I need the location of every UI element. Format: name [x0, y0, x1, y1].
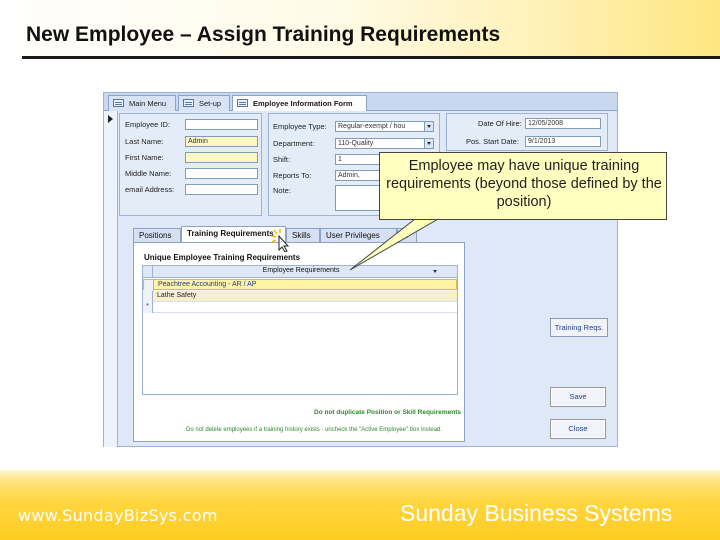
table-row[interactable]: Lathe Safety [143, 291, 457, 302]
tab-main-menu[interactable]: Main Menu [108, 95, 176, 111]
tab-label: Employee Information Form [253, 99, 353, 108]
footer-website[interactable]: www.SundayBizSys.com [18, 506, 218, 525]
chevron-down-icon[interactable] [424, 139, 433, 148]
annotation-callout: Employee may have unique training requir… [379, 152, 667, 220]
footer-company-name: Sunday Business Systems [400, 500, 673, 526]
email-label: email Address: [125, 185, 175, 194]
table-row-new[interactable]: * [143, 302, 457, 313]
form-icon [113, 99, 124, 107]
tab-user-privileges[interactable]: User Privileges [320, 228, 397, 243]
save-button[interactable]: Save [550, 387, 606, 407]
pos-start-date-field[interactable]: 9/1/2013 [525, 136, 601, 147]
date-of-hire-label: Date Of Hire: [478, 119, 522, 128]
click-cursor-icon [270, 229, 290, 252]
arrow-pointer [278, 234, 290, 252]
employee-type-value: Regular-exempt / hou [338, 123, 406, 130]
requirements-grid: Employee Requirements Peachtree Accounti… [142, 265, 458, 395]
tab-label: Main Menu [129, 99, 167, 108]
reports-to-field[interactable]: Admin, [335, 170, 385, 181]
document-tab-bar: Main Menu Set-up Employee Information Fo… [104, 93, 617, 111]
middle-name-label: Middle Name: [125, 169, 172, 178]
tab-more[interactable]: L [397, 228, 417, 243]
tab-positions[interactable]: Positions [133, 228, 181, 243]
current-record-arrow-icon [108, 115, 113, 123]
middle-name-field[interactable] [185, 168, 258, 179]
training-reqs-button[interactable]: Training Reqs. [550, 318, 608, 337]
shift-label: Shift: [273, 155, 291, 164]
row-selector[interactable] [144, 280, 154, 291]
last-name-label: Last Name: [125, 137, 164, 146]
duplicate-warning: Do not duplicate Position or Skill Requi… [314, 409, 461, 416]
slide-title: New Employee – Assign Training Requireme… [26, 23, 501, 46]
employee-type-label: Employee Type: [273, 122, 327, 131]
tab-employee-information-form[interactable]: Employee Information Form [232, 95, 367, 111]
chevron-down-icon[interactable] [424, 122, 433, 131]
employee-type-select[interactable]: Regular-exempt / hou [335, 121, 434, 132]
column-header[interactable]: Employee Requirements [143, 267, 459, 274]
pos-start-date-label: Pos. Start Date: [466, 137, 519, 146]
date-of-hire-field[interactable]: 12/05/2008 [525, 118, 601, 129]
note-field[interactable] [335, 185, 385, 211]
chevron-down-icon[interactable] [433, 270, 437, 273]
table-row[interactable]: Peachtree Accounting - AR / AP [143, 279, 457, 291]
shift-field[interactable]: 1 [335, 154, 385, 165]
row-selector[interactable] [143, 291, 153, 302]
row-value[interactable]: Peachtree Accounting - AR / AP [158, 281, 256, 288]
tab-set-up[interactable]: Set-up [178, 95, 230, 111]
first-name-field[interactable] [185, 152, 258, 163]
last-name-field[interactable]: Admin [185, 136, 258, 147]
tab-label: Set-up [199, 99, 222, 108]
reports-to-label: Reports To: [273, 171, 312, 180]
grid-header: Employee Requirements [143, 266, 457, 278]
close-button[interactable]: Close [550, 419, 606, 439]
record-selector[interactable] [104, 111, 118, 447]
new-record-marker: * [143, 302, 153, 313]
form-icon [237, 99, 248, 107]
employee-id-field[interactable] [185, 119, 258, 130]
callout-text: Employee may have unique training requir… [386, 158, 662, 210]
grid-title: Unique Employee Training Requirements [144, 253, 301, 262]
first-name-label: First Name: [125, 153, 164, 162]
title-divider [22, 56, 720, 59]
row-value[interactable]: Lathe Safety [157, 292, 196, 299]
delete-warning: Do not delete employees if a training hi… [186, 427, 443, 433]
form-icon [183, 99, 194, 107]
employee-id-label: Employee ID: [125, 120, 171, 129]
department-label: Department: [273, 139, 315, 148]
department-value: 110-Quality [338, 140, 374, 147]
department-select[interactable]: 110-Quality [335, 138, 434, 149]
note-label: Note: [273, 186, 291, 195]
email-field[interactable] [185, 184, 258, 195]
training-requirements-page: Unique Employee Training Requirements Em… [133, 242, 465, 442]
